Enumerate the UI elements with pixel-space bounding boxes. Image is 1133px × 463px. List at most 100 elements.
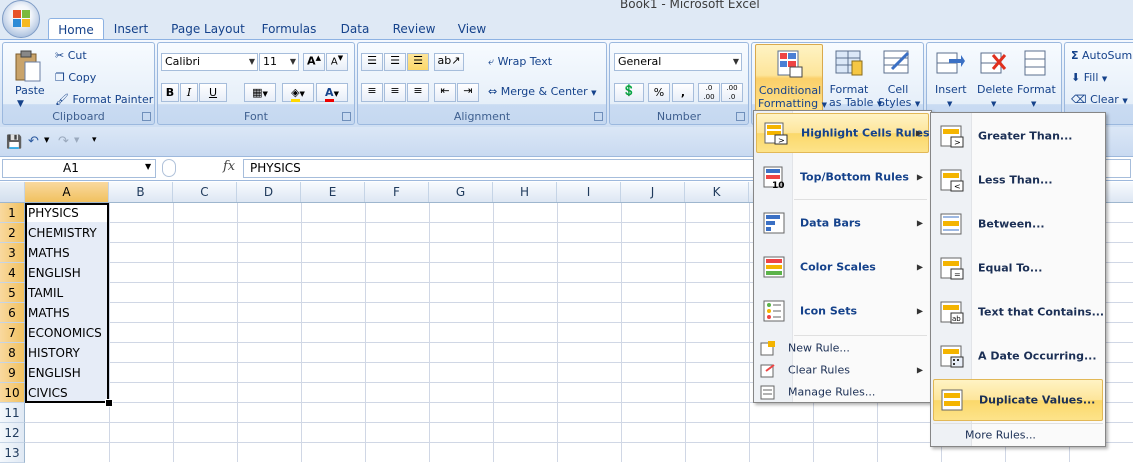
clipboard-launcher-icon[interactable] (142, 112, 151, 121)
fill-handle[interactable] (105, 399, 113, 407)
chevron-down-icon[interactable]: ▼ (74, 136, 79, 144)
number-launcher-icon[interactable] (736, 112, 745, 121)
row-header[interactable]: 7 (0, 323, 25, 343)
orientation-button[interactable]: ab↗ (434, 53, 464, 71)
row-header[interactable]: 4 (0, 263, 25, 283)
duplicate-values-item[interactable]: Duplicate Values... (933, 379, 1103, 421)
office-button[interactable] (2, 0, 40, 38)
copy-button[interactable]: ❐ Copy (55, 71, 96, 84)
tab-page-layout[interactable]: Page Layout (168, 18, 248, 40)
decrease-decimal-button[interactable]: .00 .0 (721, 83, 743, 102)
paste-button[interactable]: Paste (15, 84, 45, 97)
increase-indent-button[interactable]: ⇥ (457, 83, 479, 102)
bold-button[interactable]: B (161, 83, 179, 102)
percent-button[interactable]: % (648, 83, 670, 102)
redo-icon[interactable]: ↷ (58, 134, 69, 149)
cell[interactable]: HISTORY (25, 343, 80, 363)
italic-button[interactable]: I (180, 83, 198, 102)
more-rules-item[interactable]: More Rules... (933, 424, 1103, 446)
format-cells-button[interactable]: Format ▼ (1017, 83, 1056, 109)
top-bottom-rules-item[interactable]: 10 Top/Bottom Rules ▶ (756, 157, 929, 197)
wrap-text-button[interactable]: ⤶ Wrap Text (488, 55, 552, 69)
chevron-down-icon[interactable]: ▼ (44, 136, 49, 144)
autosum-button[interactable]: Σ AutoSum (1071, 49, 1132, 62)
tab-insert[interactable]: Insert (108, 18, 154, 40)
highlight-cells-rules-item[interactable]: > Highlight Cells Rules ▶ (756, 113, 930, 153)
row-header[interactable]: 11 (0, 403, 25, 423)
align-top-button[interactable]: ☰ (361, 53, 383, 71)
decrease-indent-button[interactable]: ⇤ (434, 83, 456, 102)
cell[interactable]: ECONOMICS (25, 323, 102, 343)
cell[interactable]: MATHS (25, 303, 70, 323)
tab-review[interactable]: Review (388, 18, 440, 40)
save-icon[interactable]: 💾 (6, 135, 22, 150)
borders-button[interactable]: ▦▼ (244, 83, 276, 102)
row-header[interactable]: 12 (0, 423, 25, 443)
tab-view[interactable]: View (452, 18, 492, 40)
less-than-item[interactable]: < Less Than... (933, 159, 1103, 201)
equal-to-item[interactable]: = Equal To... (933, 247, 1103, 289)
clear-button[interactable]: ⌫ Clear ▼ (1071, 93, 1128, 106)
row-header[interactable]: 6 (0, 303, 25, 323)
fill-button[interactable]: ⬇ Fill ▼ (1071, 71, 1107, 84)
column-header[interactable]: B (109, 182, 173, 202)
clear-rules-item[interactable]: Clear Rules ▶ (756, 359, 929, 381)
align-bottom-button[interactable]: ☰ (407, 53, 429, 71)
column-header[interactable]: A (25, 182, 109, 202)
accounting-format-button[interactable]: 💲 (614, 83, 644, 102)
font-size-combo[interactable]: 11 ▼ (259, 53, 299, 71)
formula-bar-resize-handle[interactable] (162, 159, 176, 177)
select-all-button[interactable] (0, 182, 25, 202)
font-launcher-icon[interactable] (342, 112, 351, 121)
customize-qat-icon[interactable]: ▾ (92, 135, 97, 145)
chevron-down-icon[interactable]: ▼ (145, 162, 151, 171)
align-middle-button[interactable]: ☰ (384, 53, 406, 71)
cell[interactable]: MATHS (25, 243, 70, 263)
color-scales-item[interactable]: Color Scales ▶ (756, 247, 929, 287)
comma-button[interactable]: , (672, 83, 694, 102)
row-header[interactable]: 10 (0, 383, 25, 403)
new-rule-item[interactable]: New Rule... (756, 337, 929, 359)
column-header[interactable]: G (429, 182, 493, 202)
between-item[interactable]: Between... (933, 203, 1103, 245)
align-right-button[interactable]: ≡ (407, 83, 429, 102)
cell-styles-button[interactable]: Cell Styles ▼ (878, 83, 920, 109)
conditional-formatting-button[interactable]: Conditional Formatting ▼ (755, 44, 827, 113)
column-header[interactable]: H (493, 182, 557, 202)
delete-cells-button[interactable]: Delete ▼ (977, 83, 1013, 109)
insert-function-icon[interactable]: fx (223, 159, 235, 174)
underline-button[interactable]: U (199, 83, 227, 102)
row-header[interactable]: 13 (0, 443, 25, 463)
manage-rules-item[interactable]: Manage Rules... (756, 381, 929, 403)
data-bars-item[interactable]: Data Bars ▶ (756, 203, 929, 243)
font-name-combo[interactable]: Calibri ▼ (161, 53, 258, 71)
column-header[interactable]: C (173, 182, 237, 202)
font-color-button[interactable]: A▼ (316, 83, 348, 102)
cell[interactable]: TAMIL (25, 283, 63, 303)
column-header[interactable]: K (685, 182, 749, 202)
cell[interactable]: PHYSICS (25, 203, 79, 223)
greater-than-item[interactable]: > Greater Than... (933, 115, 1103, 157)
fill-color-button[interactable]: ◈▼ (282, 83, 314, 102)
align-center-button[interactable]: ≡ (384, 83, 406, 102)
paste-dropdown-icon[interactable]: ▼ (17, 99, 24, 109)
column-header[interactable]: I (557, 182, 621, 202)
date-occurring-item[interactable]: A Date Occurring... (933, 335, 1103, 377)
grow-font-button[interactable]: A▲ (303, 53, 325, 71)
cell[interactable]: ENGLISH (25, 263, 81, 283)
row-header[interactable]: 3 (0, 243, 25, 263)
number-format-combo[interactable]: General ▼ (614, 53, 742, 71)
cut-button[interactable]: ✂ Cut (55, 49, 87, 62)
increase-decimal-button[interactable]: .0 .00 (698, 83, 720, 102)
tab-data[interactable]: Data (333, 18, 377, 40)
column-header[interactable]: J (621, 182, 685, 202)
row-header[interactable]: 1 (0, 203, 25, 223)
cell[interactable]: ENGLISH (25, 363, 81, 383)
undo-icon[interactable]: ↶ (28, 134, 39, 149)
cell[interactable]: CIVICS (25, 383, 68, 403)
column-header[interactable]: D (237, 182, 301, 202)
cell[interactable]: CHEMISTRY (25, 223, 97, 243)
row-header[interactable]: 5 (0, 283, 25, 303)
row-header[interactable]: 9 (0, 363, 25, 383)
tab-home[interactable]: Home (48, 18, 104, 40)
